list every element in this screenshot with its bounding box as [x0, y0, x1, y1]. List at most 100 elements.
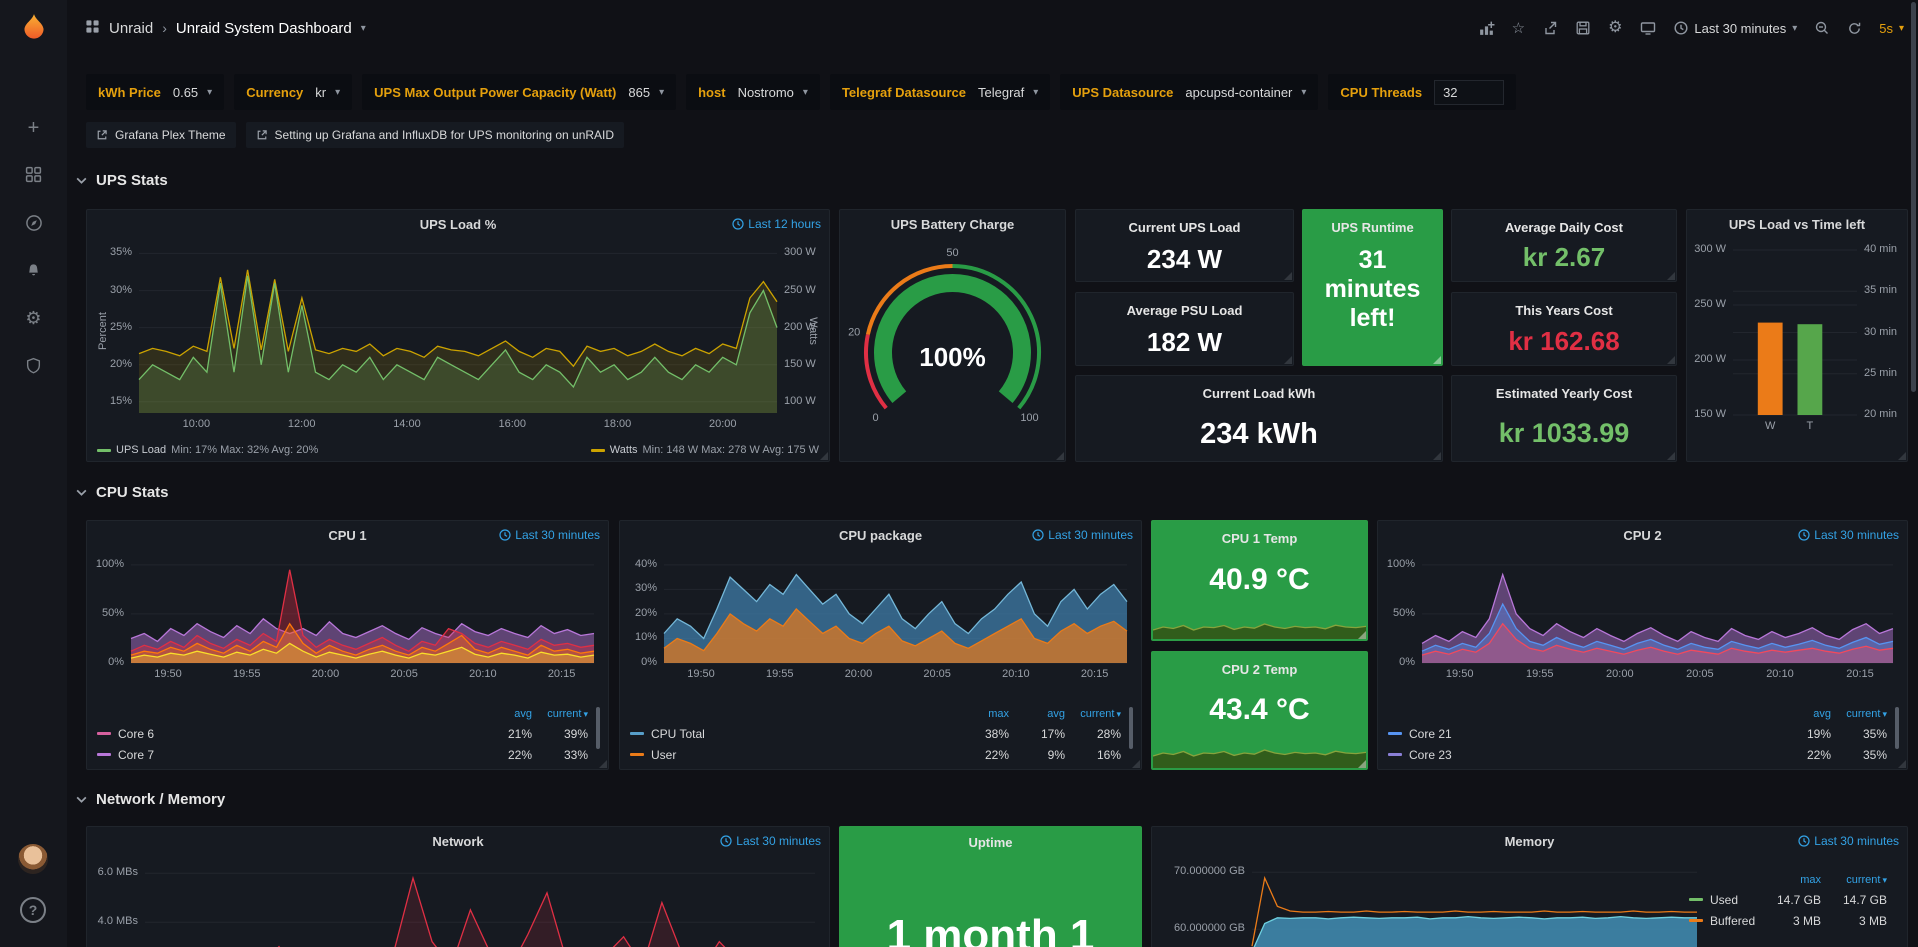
refresh-interval-caret-icon: ▾ — [1899, 23, 1904, 34]
axis-tick: W — [1750, 420, 1790, 432]
variable-kwh-price[interactable]: kWh Price 0.65 ▾ — [86, 74, 224, 110]
panel-uptime: Uptime 1 month 1 — [839, 826, 1142, 947]
ups-load-vs-time-chart[interactable]: WT150 W200 W250 W300 W20 min25 min30 min… — [1687, 210, 1907, 461]
series-color-dash — [1689, 919, 1703, 922]
breadcrumb-app[interactable]: Unraid — [109, 20, 153, 37]
panel-ups-runtime: UPS Runtime 31 minutes left! — [1302, 209, 1443, 366]
panel-resize-handle[interactable] — [820, 452, 828, 460]
series-color-dash — [97, 753, 111, 756]
panel-resize-handle[interactable] — [1132, 760, 1140, 768]
axis-tick: 60.000000 GB — [1174, 922, 1245, 934]
panel-resize-handle[interactable] — [1667, 452, 1675, 460]
server-admin-shield-icon[interactable] — [0, 357, 67, 379]
legend-scrollbar[interactable] — [1895, 707, 1899, 749]
panel-resize-handle[interactable] — [1056, 452, 1064, 460]
breadcrumb: Unraid › Unraid System Dashboard ▾ — [85, 19, 366, 38]
panel-resize-handle[interactable] — [1284, 272, 1292, 280]
network-chart[interactable]: 2.0 MBs4.0 MBs6.0 MBs — [87, 827, 829, 947]
legend-col-max[interactable]: max — [1759, 874, 1821, 886]
panel-resize-handle[interactable] — [1667, 272, 1675, 280]
panel-resize-handle[interactable] — [1358, 631, 1366, 639]
share-button[interactable] — [1542, 20, 1558, 36]
panel-resize-handle[interactable] — [1433, 356, 1441, 364]
dashboard-title[interactable]: Unraid System Dashboard — [176, 20, 352, 37]
axis-tick: 300 W — [784, 246, 816, 258]
variable-currency[interactable]: Currency kr ▾ — [234, 74, 352, 110]
legend-series-watts[interactable]: Watts Min: 148 W Max: 278 W Avg: 175 W — [591, 444, 819, 456]
axis-tick: 19:55 — [223, 668, 271, 680]
legend-col-avg[interactable]: avg — [1775, 708, 1831, 720]
panel-resize-handle[interactable] — [1898, 452, 1906, 460]
link-grafana-plex-theme[interactable]: Grafana Plex Theme — [86, 122, 236, 148]
variable-ups-datasource[interactable]: UPS Datasource apcupsd-container ▾ — [1060, 74, 1318, 110]
legend-scrollbar[interactable] — [1129, 707, 1133, 749]
apps-grid-icon[interactable] — [85, 19, 100, 38]
section-ups-stats[interactable]: UPS Stats — [75, 172, 168, 189]
legend-series-ups-load[interactable]: UPS Load Min: 17% Max: 32% Avg: 20% — [97, 444, 318, 456]
ups-load-chart[interactable]: 15%20%25%30%35%100 W150 W200 W250 W300 W… — [87, 210, 829, 461]
section-network-memory[interactable]: Network / Memory — [75, 791, 225, 808]
zoom-out-button[interactable] — [1814, 20, 1830, 36]
variable-telegraf-datasource[interactable]: Telegraf Datasource Telegraf ▾ — [830, 74, 1050, 110]
time-range-picker[interactable]: Last 30 minutes ▾ — [1674, 21, 1797, 36]
grafana-logo-icon[interactable] — [0, 12, 67, 51]
explore-compass-icon[interactable] — [0, 214, 67, 237]
link-ups-monitoring-guide[interactable]: Setting up Grafana and InfluxDB for UPS … — [246, 122, 625, 148]
section-cpu-stats[interactable]: CPU Stats — [75, 484, 169, 501]
dashboards-icon[interactable] — [0, 166, 67, 188]
axis-tick: 25% — [110, 321, 132, 333]
legend-col-current[interactable]: current▾ — [532, 708, 588, 720]
panel-ups-load-vs-time-left: UPS Load vs Time left WT150 W200 W250 W3… — [1686, 209, 1908, 462]
cpu-threads-input[interactable] — [1434, 80, 1504, 105]
refresh-button[interactable] — [1847, 21, 1862, 36]
dashboard-settings-gear-icon[interactable]: ⚙ — [1608, 20, 1622, 36]
star-button[interactable]: ☆ — [1512, 21, 1525, 36]
series-color-dash — [591, 449, 605, 452]
axis-tick: T — [1790, 420, 1830, 432]
page-scrollbar[interactable] — [1911, 2, 1916, 392]
axis-tick: 20:00 — [834, 668, 882, 680]
legend-col-current[interactable]: current▾ — [1831, 708, 1887, 720]
variable-ups-max-output[interactable]: UPS Max Output Power Capacity (Watt) 865… — [362, 74, 676, 110]
axis-tick: 14:00 — [383, 418, 431, 430]
user-avatar[interactable] — [18, 844, 48, 874]
panel-resize-handle[interactable] — [599, 760, 607, 768]
axis-tick: 35% — [110, 246, 132, 258]
legend-col-max[interactable]: max — [953, 708, 1009, 720]
axis-tick: 0% — [641, 656, 657, 668]
axis-tick: 100% — [1387, 558, 1415, 570]
panel-resize-handle[interactable] — [1898, 760, 1906, 768]
variable-host[interactable]: host Nostromo ▾ — [686, 74, 820, 110]
save-button[interactable] — [1575, 20, 1591, 36]
legend-col-avg[interactable]: avg — [476, 708, 532, 720]
legend-scrollbar[interactable] — [596, 707, 600, 749]
axis-tick: 20:05 — [380, 668, 428, 680]
alerting-bell-icon[interactable] — [0, 262, 67, 284]
variable-caret-icon: ▾ — [803, 87, 808, 98]
axis-tick: 50% — [1393, 607, 1415, 619]
axis-tick: 20:10 — [992, 668, 1040, 680]
panel-resize-handle[interactable] — [1433, 452, 1441, 460]
series-color-dash — [630, 753, 644, 756]
cycle-view-monitor-icon[interactable] — [1639, 20, 1657, 36]
legend-col-current[interactable]: current▾ — [1821, 874, 1887, 886]
panel-resize-handle[interactable] — [1667, 356, 1675, 364]
help-icon[interactable]: ? — [20, 897, 46, 923]
configuration-gear-icon[interactable]: ⚙ — [0, 309, 67, 327]
navbar-actions: ☆ ⚙ Last 30 minutes — [1478, 20, 1904, 37]
add-panel-button[interactable] — [1478, 20, 1495, 37]
variable-caret-icon: ▾ — [1033, 87, 1038, 98]
create-plus-icon[interactable]: + — [0, 118, 67, 138]
axis-tick: 0% — [1399, 656, 1415, 668]
panel-cpu-package: CPU package Last 30 minutes 0%10%20%30%4… — [619, 520, 1142, 770]
axis-tick: 150 W — [1694, 408, 1726, 420]
legend-col-avg[interactable]: avg — [1009, 708, 1065, 720]
panel-resize-handle[interactable] — [1284, 356, 1292, 364]
panel-resize-handle[interactable] — [1358, 760, 1366, 768]
legend-col-current[interactable]: current▾ — [1065, 708, 1121, 720]
axis-tick: 20:05 — [913, 668, 961, 680]
refresh-interval-picker[interactable]: 5s ▾ — [1879, 21, 1904, 36]
cpu1-temp-sparkline — [1153, 609, 1366, 639]
axis-tick: 15% — [110, 395, 132, 407]
dashboard-title-caret-icon[interactable]: ▾ — [361, 23, 366, 34]
